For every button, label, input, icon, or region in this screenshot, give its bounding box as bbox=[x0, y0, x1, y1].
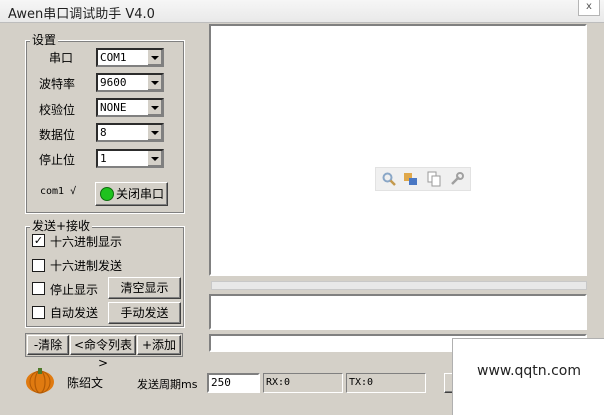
clear-command-button[interactable]: -清除 bbox=[27, 335, 69, 355]
settings-group-title: 设置 bbox=[30, 31, 59, 48]
status-indicator-icon bbox=[100, 187, 114, 201]
chevron-down-icon[interactable] bbox=[147, 125, 162, 140]
command-list-button[interactable]: <命令列表> bbox=[70, 335, 136, 370]
toggle-port-button[interactable]: 关闭串口 bbox=[95, 182, 168, 206]
wrench-icon[interactable] bbox=[449, 171, 465, 187]
close-icon: x bbox=[586, 1, 592, 12]
port-select[interactable]: COM1 bbox=[96, 48, 164, 67]
author-label: 陈绍文 bbox=[67, 376, 104, 390]
auto-send-checkbox[interactable] bbox=[32, 306, 45, 319]
field-label-databits: 数据位 bbox=[39, 128, 76, 142]
hex-display-label: 十六进制显示 bbox=[50, 235, 123, 249]
stopbits-select[interactable]: 1 bbox=[96, 149, 164, 168]
copy-icon[interactable] bbox=[426, 171, 442, 187]
toggle-port-label: 关闭串口 bbox=[116, 187, 165, 201]
databits-select-value: 8 bbox=[100, 126, 107, 139]
send-period-input[interactable]: 250 bbox=[207, 373, 260, 393]
stopbits-select-value: 1 bbox=[100, 152, 107, 165]
title-bar: Awen串口调试助手 V4.0 x bbox=[0, 0, 604, 23]
baud-select[interactable]: 9600 bbox=[96, 73, 164, 92]
hex-send-label: 十六进制发送 bbox=[50, 259, 123, 273]
parity-select-value: NONE bbox=[100, 101, 127, 114]
send-period-label: 发送周期ms bbox=[137, 378, 198, 391]
field-label-parity: 校验位 bbox=[39, 103, 76, 117]
receive-toolbar bbox=[375, 167, 471, 191]
send-input[interactable] bbox=[209, 294, 587, 330]
field-label-stopbits: 停止位 bbox=[39, 153, 76, 167]
baud-select-value: 9600 bbox=[100, 76, 127, 89]
chevron-down-icon[interactable] bbox=[147, 151, 162, 166]
chevron-down-icon[interactable] bbox=[147, 75, 162, 90]
rx-counter: RX:0 bbox=[263, 373, 343, 393]
parity-select[interactable]: NONE bbox=[96, 98, 164, 117]
port-status-text: com1 √ bbox=[40, 186, 77, 197]
watermark-box: www.qqtn.com bbox=[452, 338, 604, 415]
manual-send-button[interactable]: 手动发送 bbox=[108, 302, 181, 324]
auto-send-label: 自动发送 bbox=[50, 306, 99, 320]
field-label-baud: 波特率 bbox=[39, 77, 76, 91]
chevron-down-icon[interactable] bbox=[147, 50, 162, 65]
horizontal-scrollbar[interactable] bbox=[211, 281, 587, 290]
clear-display-button[interactable]: 清空显示 bbox=[108, 277, 181, 299]
databits-select[interactable]: 8 bbox=[96, 123, 164, 142]
tx-counter: TX:0 bbox=[346, 373, 426, 393]
magnifier-icon[interactable] bbox=[381, 171, 397, 187]
port-select-value: COM1 bbox=[100, 51, 127, 64]
receive-area[interactable] bbox=[209, 24, 587, 276]
transfer-icon[interactable] bbox=[403, 171, 419, 187]
chevron-down-icon[interactable] bbox=[147, 100, 162, 115]
add-command-button[interactable]: +添加 bbox=[137, 335, 181, 355]
send-period-value: 250 bbox=[211, 376, 231, 389]
stop-display-label: 停止显示 bbox=[50, 283, 99, 297]
watermark-text: www.qqtn.com bbox=[477, 363, 582, 379]
field-label-port: 串口 bbox=[49, 51, 74, 65]
send-receive-group-title: 发送+接收 bbox=[30, 217, 93, 234]
hex-send-checkbox[interactable] bbox=[32, 259, 45, 272]
hex-display-checkbox[interactable]: ✓ bbox=[32, 234, 45, 247]
stop-display-checkbox[interactable] bbox=[32, 282, 45, 295]
pumpkin-icon bbox=[25, 366, 55, 394]
window-title: Awen串口调试助手 V4.0 bbox=[8, 7, 155, 22]
close-button[interactable]: x bbox=[578, 0, 600, 16]
